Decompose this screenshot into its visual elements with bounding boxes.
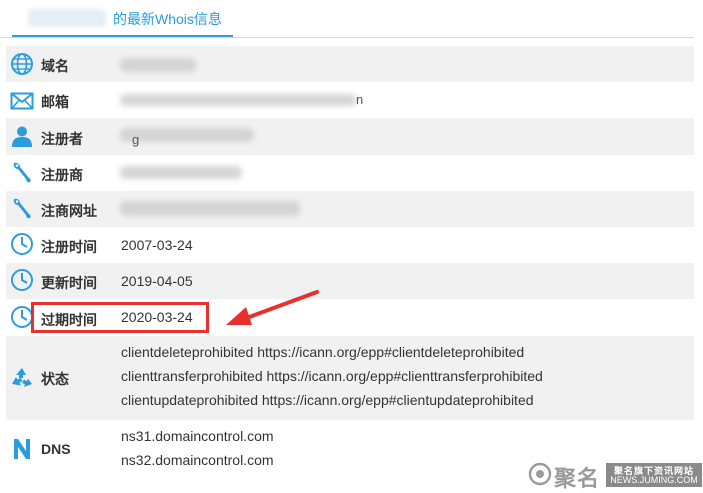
redacted-email-value (120, 94, 356, 106)
juming-logo-icon (528, 462, 552, 486)
label-email: 邮箱 (41, 94, 69, 110)
row-created: 注册时间 2007-03-24 (6, 227, 694, 263)
recycle-icon (12, 368, 32, 387)
registrant-value-tail: g (132, 132, 140, 147)
redacted-domain-name (28, 9, 106, 27)
clock-icon (11, 269, 33, 291)
juming-watermark: 聚名 聚名旗下资讯网站 NEWS.JUMING.COM (528, 460, 703, 491)
email-value-tail: n (356, 92, 364, 107)
redacted-domain-value (120, 58, 196, 72)
globe-icon (11, 53, 33, 75)
watermark-url: NEWS.JUMING.COM (610, 475, 698, 485)
wrench-icon (13, 198, 31, 219)
dns-server: ns31.domaincontrol.com (121, 428, 274, 444)
label-domain: 域名 (41, 58, 69, 74)
status-line: clientdeleteprohibited https://icann.org… (121, 344, 525, 360)
dns-icon (14, 439, 30, 459)
label-registrar: 注册商 (41, 167, 83, 183)
label-registrar-url: 注商网址 (41, 203, 97, 219)
row-updated: 更新时间 2019-04-05 (6, 263, 694, 299)
value-updated: 2019-04-05 (121, 273, 193, 289)
status-line: clientupdateprohibited https://icann.org… (121, 392, 534, 408)
label-created: 注册时间 (41, 239, 97, 255)
expiry-highlight-box (31, 302, 209, 333)
redacted-registrar-value (120, 166, 242, 179)
row-status: 状态 clientdeleteprohibited https://icann.… (6, 336, 694, 420)
clock-icon (11, 233, 33, 255)
label-updated: 更新时间 (41, 275, 97, 291)
label-dns: DNS (41, 441, 71, 457)
row-registrar-url: 注商网址 (6, 191, 694, 227)
whois-tab-label: 的最新Whois信息 (113, 11, 222, 27)
row-registrant: 注册者 g (6, 118, 694, 155)
redacted-registrar-url-value[interactable] (120, 201, 300, 216)
dns-server: ns32.domaincontrol.com (121, 452, 274, 468)
envelope-icon (10, 92, 34, 110)
wrench-icon (13, 162, 31, 183)
redacted-registrant-value (120, 128, 254, 142)
whois-tab-bar: 的最新Whois信息 (0, 0, 694, 38)
row-registrar: 注册商 (6, 155, 694, 191)
row-domain: 域名 (6, 46, 694, 82)
watermark-brand: 聚名 (554, 466, 601, 491)
status-line: clienttransferprohibited https://icann.o… (121, 368, 543, 384)
value-created: 2007-03-24 (121, 237, 193, 253)
label-registrant: 注册者 (41, 131, 83, 147)
whois-tab[interactable]: 的最新Whois信息 (12, 0, 233, 37)
row-email: 邮箱 n (6, 82, 694, 118)
person-icon (12, 126, 32, 147)
label-status: 状态 (41, 371, 69, 387)
watermark-tagline-box: 聚名旗下资讯网站 NEWS.JUMING.COM (606, 463, 702, 487)
